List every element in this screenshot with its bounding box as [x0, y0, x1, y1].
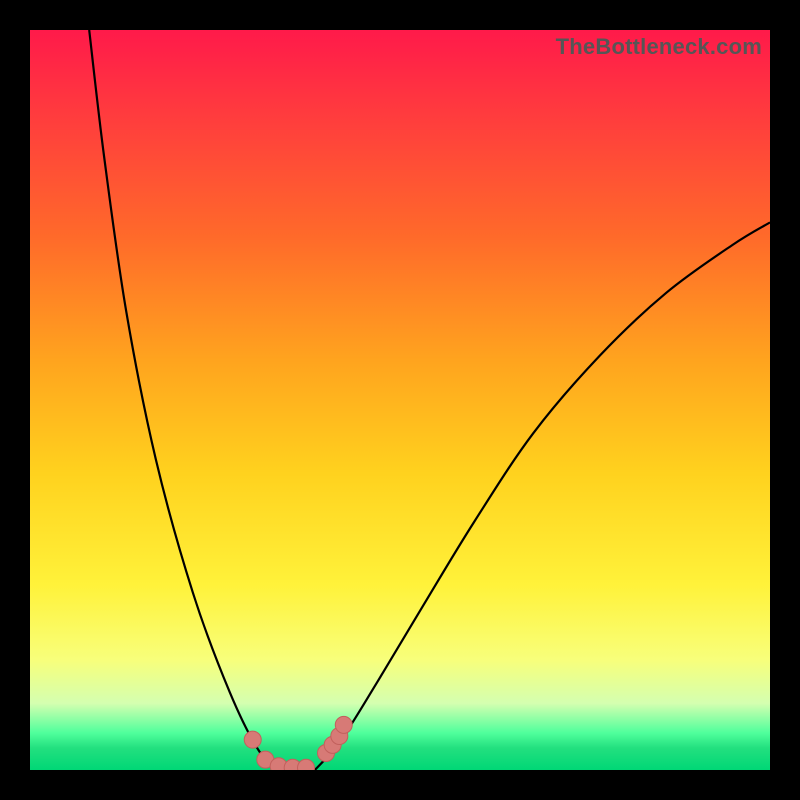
data-marker: [257, 751, 274, 768]
data-marker: [284, 759, 301, 770]
plot-area: TheBottleneck.com: [30, 30, 770, 770]
watermark-label: TheBottleneck.com: [556, 34, 762, 60]
data-marker: [244, 731, 261, 748]
data-marker: [298, 759, 315, 770]
curve-left-branch: [89, 30, 280, 770]
data-markers: [244, 716, 352, 770]
curve-right-branch: [315, 222, 770, 770]
data-marker: [324, 736, 341, 753]
bottleneck-curve: [30, 30, 770, 770]
data-marker: [335, 716, 352, 733]
data-marker: [270, 758, 287, 770]
data-marker: [331, 727, 348, 744]
chart-frame: TheBottleneck.com: [0, 0, 800, 800]
data-marker: [318, 744, 335, 761]
